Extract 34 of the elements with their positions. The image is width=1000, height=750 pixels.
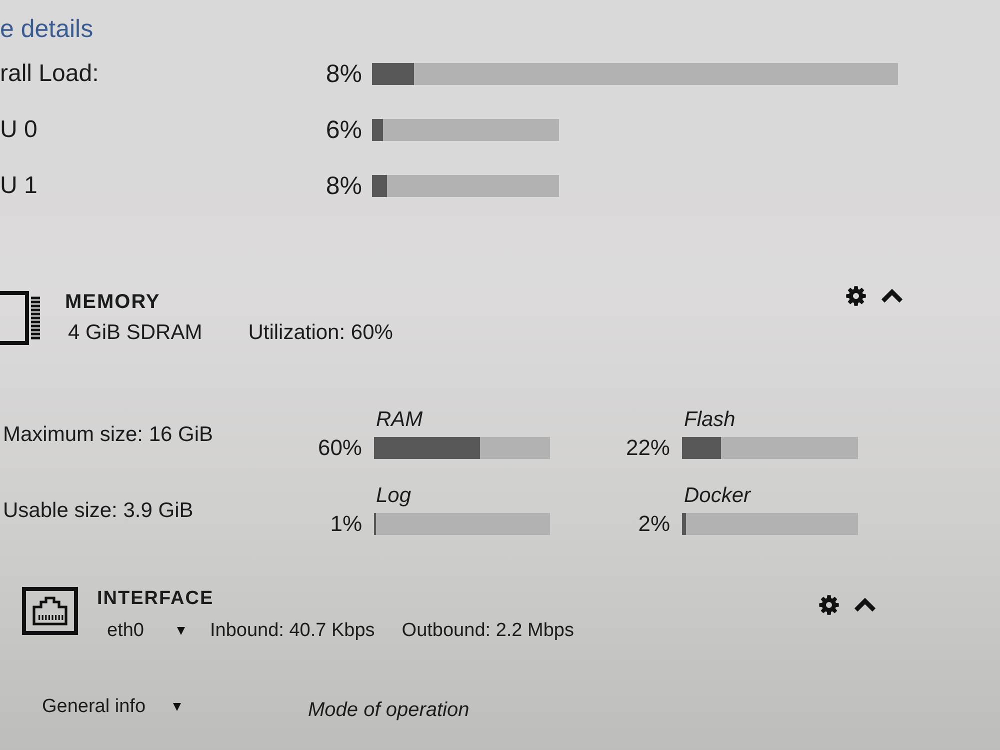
settings-icon[interactable] xyxy=(819,595,839,615)
ethernet-port-icon xyxy=(22,587,78,635)
load-reading: 8% xyxy=(326,60,362,88)
load-reading: 8% xyxy=(326,172,362,200)
meter-reading: 60% xyxy=(318,435,362,461)
meter-label: Flash xyxy=(683,407,736,433)
chevron-up-icon[interactable] xyxy=(881,289,903,303)
cpu-label: rall Load: xyxy=(0,60,99,88)
utilization-text: Utilization: 60% xyxy=(248,320,393,346)
section-heading: Mode of operation xyxy=(308,699,470,722)
detail-text: Maximum size: 16 GiB xyxy=(2,423,214,447)
section-dropdown[interactable]: General info xyxy=(42,696,181,718)
meter-reading: 1% xyxy=(330,511,362,537)
meter-label: Docker xyxy=(683,483,751,509)
caret-down-icon xyxy=(176,627,185,635)
inbound-rate: Inbound: 40.7 Kbps xyxy=(210,619,375,643)
meter-label: Log xyxy=(375,483,412,509)
memory-chip-icon xyxy=(0,290,40,346)
cpu-label: U 1 xyxy=(0,172,38,200)
settings-icon[interactable] xyxy=(846,286,866,306)
load-reading: 6% xyxy=(326,116,362,144)
caret-down-icon xyxy=(172,702,181,710)
section-title: MEMORY xyxy=(65,290,160,314)
interface-dropdown[interactable]: eth0 xyxy=(107,617,185,645)
cpu-label: U 0 xyxy=(0,116,38,144)
details-link[interactable]: e details xyxy=(0,12,94,46)
section-title: INTERFACE xyxy=(97,587,214,611)
meter-reading: 2% xyxy=(638,511,670,537)
meter-reading: 22% xyxy=(626,435,670,461)
meter-label: RAM xyxy=(375,407,423,433)
detail-text: Usable size: 3.9 GiB xyxy=(2,499,194,523)
outbound-rate: Outbound: 2.2 Mbps xyxy=(402,619,574,643)
chevron-up-icon[interactable] xyxy=(854,598,876,612)
memory-type: 4 GiB SDRAM xyxy=(68,320,202,346)
